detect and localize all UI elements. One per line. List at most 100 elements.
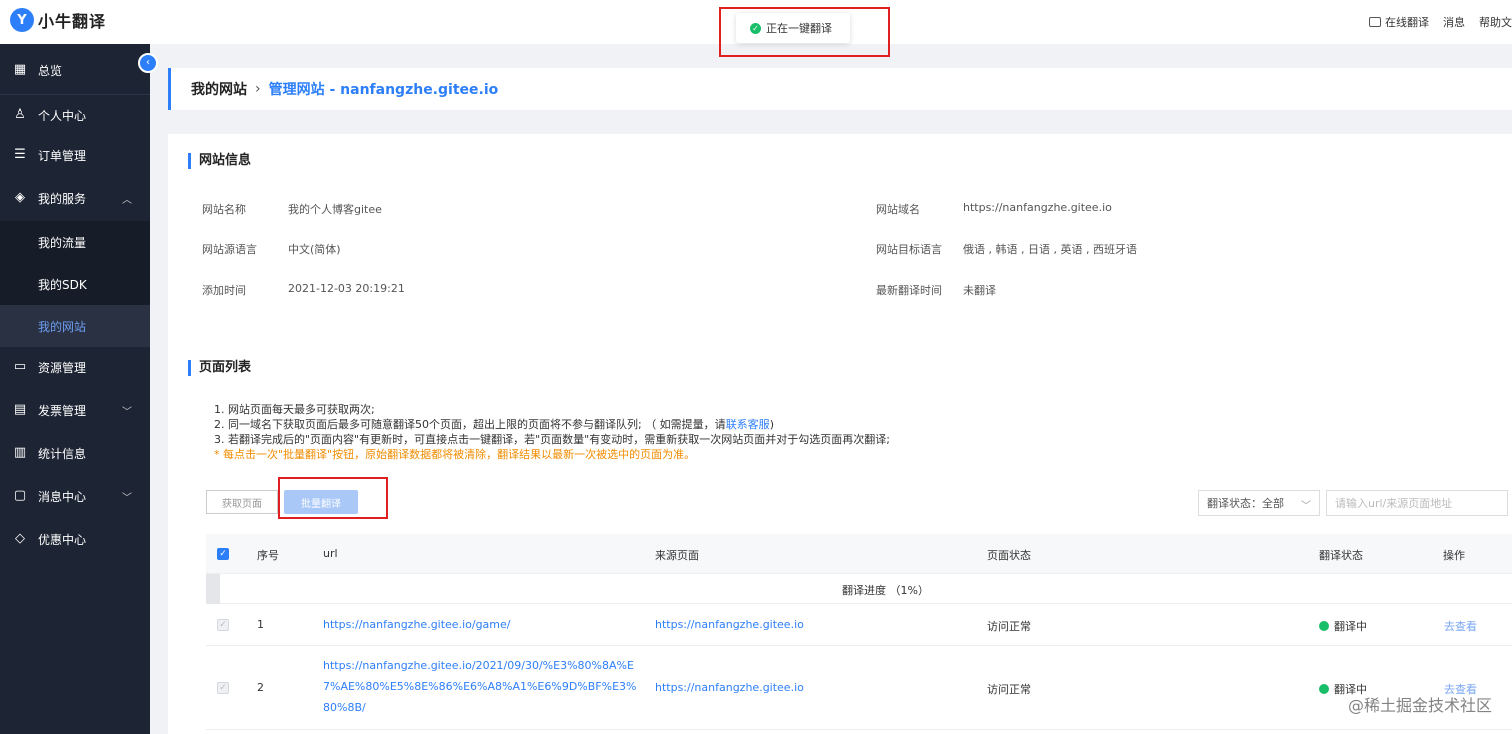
sidebar-item-label: 个人中心 (38, 108, 87, 123)
clock-icon (1319, 621, 1329, 631)
sidebar-item-overview[interactable]: ▦ 总览 (0, 49, 150, 91)
table-header: ✓ 序号 url 来源页面 页面状态 翻译状态 操作 (206, 534, 1512, 574)
sidebar: ▦ 总览 ♙ 个人中心 ☰ 订单管理 ◈ 我的服务 ︿ 我的流量 我的SDK 我… (0, 44, 150, 734)
row-source[interactable]: https://nanfangzhe.gitee.io (655, 681, 804, 694)
sidebar-subitem-website[interactable]: 我的网站 (0, 305, 150, 347)
progress-text: 翻译进度 （1%） (842, 584, 929, 597)
row-checkbox[interactable]: ✓ (217, 682, 229, 694)
sidebar-item-profile[interactable]: ♙ 个人中心 (0, 94, 150, 136)
watermark: @稀土掘金技术社区 (1347, 696, 1492, 715)
sidebar-item-messages[interactable]: ▢ 消息中心 ﹀ (0, 475, 150, 517)
sidebar-item-label: 订单管理 (38, 148, 87, 163)
annotation-box (278, 477, 388, 519)
sidebar-item-stats[interactable]: ▥ 统计信息 (0, 432, 150, 474)
tag-icon: ◇ (15, 531, 25, 546)
col-page-status: 页面状态 (987, 549, 1031, 562)
breadcrumb-current: 管理网站 - nanfangzhe.gitee.io (268, 82, 499, 98)
box-icon: ◈ (15, 190, 25, 205)
site-name-value: 我的个人博客gitee (288, 203, 382, 216)
messages-link[interactable]: 消息 (1443, 14, 1465, 30)
progress-row-edge (206, 574, 220, 604)
sidebar-item-invoices[interactable]: ▤ 发票管理 ﹀ (0, 389, 150, 431)
table-row: ✓ 2 https://nanfangzhe.gitee.io/2021/09/… (206, 646, 1512, 730)
list-icon: ☰ (14, 147, 26, 162)
row-source[interactable]: https://nanfangzhe.gitee.io (655, 618, 804, 631)
translate-icon (1369, 17, 1381, 27)
chevron-left-icon: ‹ (146, 57, 150, 68)
select-all-checkbox[interactable]: ✓ (217, 548, 229, 560)
site-domain-value: https://nanfangzhe.gitee.io (963, 201, 1112, 214)
col-action: 操作 (1443, 549, 1465, 562)
site-info-title: 网站信息 (188, 153, 251, 169)
status-select-value: 翻译状态：全部 (1207, 497, 1284, 510)
collapse-sidebar-button[interactable]: ‹ (138, 53, 158, 73)
sidebar-item-services[interactable]: ◈ 我的服务 ︿ (0, 177, 150, 219)
col-source: 来源页面 (655, 549, 699, 562)
message-icon: ▢ (13, 488, 27, 503)
page-list-title: 页面列表 (188, 360, 251, 376)
latest-translate-value: 未翻译 (963, 284, 996, 297)
top-links: 在线翻译 消息 帮助文 (1369, 14, 1512, 30)
added-time-value: 2021-12-03 20:19:21 (288, 282, 405, 295)
sidebar-item-label: 优惠中心 (38, 532, 87, 547)
notes: 1. 网站页面每天最多可获取两次; 2. 同一域名下获取页面后最多可随意翻译50… (214, 402, 890, 462)
invoice-icon: ▤ (13, 402, 27, 417)
target-lang-value: 俄语 , 韩语 , 日语 , 英语 , 西班牙语 (963, 243, 1137, 256)
sidebar-subitem-traffic[interactable]: 我的流量 (0, 221, 150, 263)
sidebar-subitem-sdk[interactable]: 我的SDK (0, 263, 150, 305)
row-url[interactable]: https://nanfangzhe.gitee.io/game/ (323, 618, 510, 631)
row-page-status: 访问正常 (987, 683, 1031, 696)
row-index: 2 (257, 681, 264, 694)
breadcrumb-parent[interactable]: 我的网站 (191, 79, 247, 99)
online-translate-link[interactable]: 在线翻译 (1369, 14, 1429, 30)
source-lang-label: 网站源语言 (202, 243, 257, 256)
col-url: url (323, 547, 338, 560)
logo-icon: Y (10, 8, 34, 32)
chevron-down-icon: ﹀ (122, 407, 132, 418)
annotation-box (719, 7, 890, 57)
sidebar-item-label: 消息中心 (38, 489, 87, 504)
site-domain-label: 网站域名 (876, 203, 920, 216)
chevron-right-icon: › (255, 81, 261, 97)
chevron-down-icon: ﹀ (1301, 501, 1311, 512)
table-row: ✓ 1 https://nanfangzhe.gitee.io/game/ ht… (206, 604, 1512, 646)
clock-icon (1319, 684, 1329, 694)
chevron-up-icon: ︿ (122, 195, 132, 206)
sidebar-item-orders[interactable]: ☰ 订单管理 (0, 134, 150, 176)
fetch-pages-button[interactable]: 获取页面 (206, 490, 278, 514)
row-index: 1 (257, 618, 264, 631)
progress-row: 翻译进度 （1%） (206, 574, 1512, 604)
chart-icon: ▥ (13, 445, 27, 460)
row-url[interactable]: https://nanfangzhe.gitee.io/2021/09/30/%… (323, 655, 643, 718)
sidebar-item-label: 统计信息 (38, 446, 87, 461)
row-translate-status: 翻译中 (1319, 618, 1367, 634)
source-lang-value: 中文(简体) (288, 243, 341, 256)
logo[interactable]: Y 小牛翻译 (10, 8, 106, 32)
folder-icon: ▭ (13, 359, 27, 374)
breadcrumb: 我的网站 › 管理网站 - nanfangzhe.gitee.io (168, 68, 1512, 110)
contact-support-link[interactable]: 联系客服 (726, 418, 770, 431)
help-link[interactable]: 帮助文 (1479, 14, 1512, 30)
sidebar-item-label: 总览 (38, 63, 63, 78)
sidebar-item-coupons[interactable]: ◇ 优惠中心 (0, 518, 150, 560)
sidebar-item-label: 我的服务 (38, 191, 87, 206)
target-lang-label: 网站目标语言 (876, 243, 942, 256)
note-2-end: ) (769, 418, 774, 431)
translate-status-select[interactable]: 翻译状态：全部 ﹀ (1198, 490, 1320, 516)
row-checkbox[interactable]: ✓ (217, 619, 229, 631)
warning-note: * 每点击一次"批量翻译"按钮，原始翻译数据都将被清除，翻译结果以最新一次被选中… (214, 448, 696, 461)
user-icon: ♙ (14, 107, 26, 122)
search-input[interactable] (1326, 490, 1508, 516)
view-link[interactable]: 去查看 (1444, 618, 1477, 634)
sidebar-item-label: 资源管理 (38, 360, 87, 375)
site-name-label: 网站名称 (202, 203, 246, 216)
latest-translate-label: 最新翻译时间 (876, 284, 942, 297)
note-3: 3. 若翻译完成后的"页面内容"有更新时，可直接点击一键翻译，若"页面数量"有变… (214, 433, 890, 446)
sidebar-item-resources[interactable]: ▭ 资源管理 (0, 346, 150, 388)
sidebar-item-label: 发票管理 (38, 403, 87, 418)
main-card: 网站信息 网站名称 我的个人博客gitee 网站域名 https://nanfa… (168, 134, 1512, 734)
note-2: 2. 同一域名下获取页面后最多可随意翻译50个页面，超出上限的页面将不参与翻译队… (214, 417, 890, 432)
added-time-label: 添加时间 (202, 284, 246, 297)
note-1: 1. 网站页面每天最多可获取两次; (214, 403, 375, 416)
col-translate-status: 翻译状态 (1319, 549, 1363, 562)
